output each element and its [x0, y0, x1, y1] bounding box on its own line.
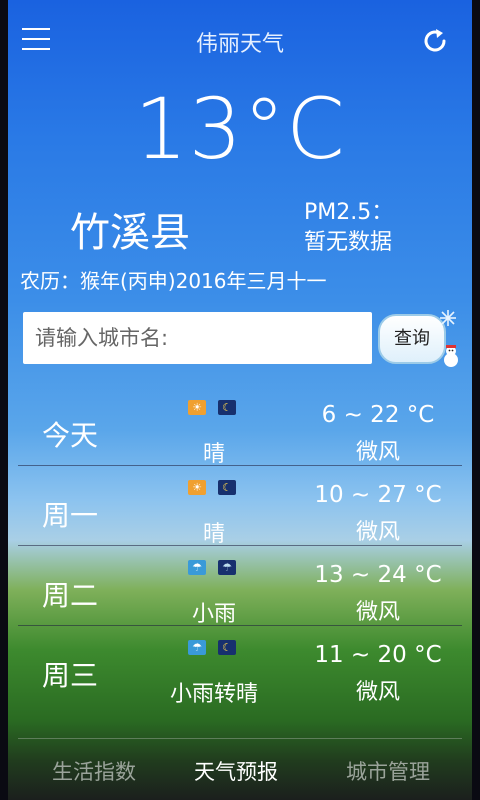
forecast-condition: 晴	[202, 442, 225, 467]
forecast-row: 今天 ☀ ☾ 晴 6 ~ 22 °C 微风	[8, 386, 472, 467]
forecast-temps: 6 ~ 22 °C	[321, 402, 435, 428]
forecast-wind: 微风	[355, 440, 400, 465]
moon-icon: ☾	[218, 480, 236, 495]
forecast-temps: 11 ~ 20 °C	[314, 642, 442, 668]
forecast-row: 周一 ☀ ☾ 晴 10 ~ 27 °C 微风	[8, 466, 472, 547]
top-bar: 伟丽天气	[8, 0, 472, 80]
forecast-row: 周二 ☂ ☂ 小雨 13 ~ 24 °C 微风	[8, 546, 472, 627]
pm25-label: PM2.5：	[304, 200, 394, 225]
rain-icon: ☂	[188, 640, 206, 655]
query-button-label: 查询	[378, 314, 446, 364]
county-name: 竹溪县	[70, 210, 190, 256]
forecast-row: 周三 ☂ ☾ 小雨转晴 11 ~ 20 °C 微风	[8, 626, 472, 707]
current-temperature: 13°C	[134, 80, 346, 178]
tab-weather-forecast[interactable]: 天气预报	[194, 756, 278, 786]
lunar-date: 农历：猴年(丙申)2016年三月十一	[20, 269, 327, 293]
sun-icon: ☀	[188, 400, 206, 415]
weather-screen: 伟丽天气 13°C 竹溪县 PM2.5： 暂无数据 农历：猴年(丙申)2016年…	[8, 0, 472, 800]
moon-icon: ☾	[218, 640, 236, 655]
forecast-temps: 10 ~ 27 °C	[314, 482, 442, 508]
refresh-icon[interactable]	[420, 26, 450, 56]
rain-icon: ☂	[188, 560, 206, 575]
forecast-condition: 小雨	[191, 602, 236, 627]
pm25-value: 暂无数据	[304, 230, 393, 255]
tab-city-management[interactable]: 城市管理	[346, 756, 430, 786]
snowflake-icon	[440, 310, 456, 326]
forecast-list: 今天 ☀ ☾ 晴 6 ~ 22 °C 微风 周一 ☀ ☾ 晴 10 ~ 27 °…	[8, 386, 472, 707]
bottom-tab-bar: 生活指数 天气预报 城市管理	[8, 738, 472, 800]
forecast-day: 周一	[42, 499, 99, 532]
forecast-day: 周二	[42, 579, 99, 612]
tab-life-index[interactable]: 生活指数	[52, 756, 136, 786]
forecast-day: 今天	[42, 419, 99, 452]
forecast-wind: 微风	[355, 600, 400, 625]
city-search-input[interactable]	[23, 312, 372, 364]
moon-icon: ☾	[218, 400, 236, 415]
query-button[interactable]: 查询	[374, 310, 460, 368]
forecast-condition: 晴	[202, 522, 225, 547]
sun-icon: ☀	[188, 480, 206, 495]
forecast-condition: 小雨转晴	[169, 682, 258, 707]
forecast-temps: 13 ~ 24 °C	[314, 562, 442, 588]
tab-bar-divider	[18, 738, 462, 739]
app-title: 伟丽天气	[195, 32, 284, 57]
forecast-wind: 微风	[355, 520, 400, 545]
snowman-icon	[444, 345, 458, 367]
pm25-info: PM2.5： 暂无数据	[304, 198, 393, 258]
rain-night-icon: ☂	[218, 560, 236, 575]
forecast-wind: 微风	[355, 680, 400, 705]
forecast-day: 周三	[42, 659, 99, 692]
